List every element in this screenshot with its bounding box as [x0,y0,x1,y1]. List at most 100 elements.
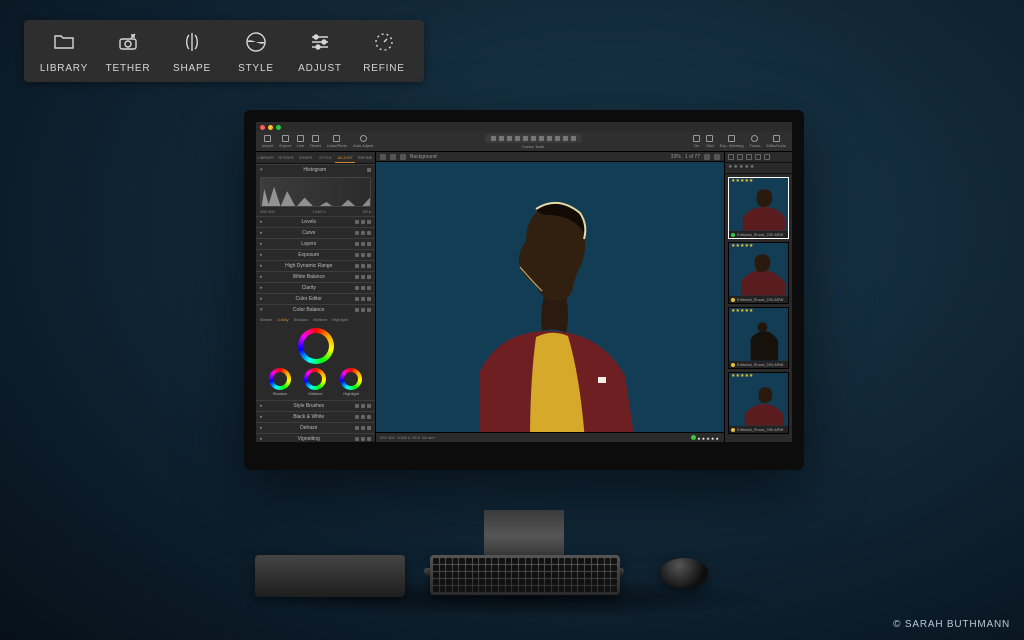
import-icon [264,135,271,142]
section-layers[interactable]: ▸Layers [256,238,375,249]
filter-icon[interactable] [755,154,761,160]
section-vignetting[interactable]: ▸Vignetting [256,433,375,442]
color-wheel[interactable] [298,328,334,364]
edits-button[interactable]: Edits/Undo [766,135,786,148]
callout-library[interactable]: LIBRARY [32,24,96,78]
section-color-balance[interactable]: ▾Color Balance [256,304,375,315]
keyboard [430,555,620,595]
live-button[interactable]: Live [297,135,304,148]
trackpad [255,555,405,597]
cursor-tool-icon[interactable] [523,136,528,141]
cb-tab-shadow[interactable]: Shadow [294,317,308,322]
viewer-option-icon[interactable] [714,154,720,160]
section-clarity[interactable]: ▸Clarity [256,282,375,293]
tool-tab-refine[interactable]: REFINE [355,152,375,163]
histogram-header[interactable]: ▾ Histogram [256,164,375,175]
section-bw[interactable]: ▸Black & White [256,411,375,422]
shadow-label: Shadow [269,391,291,396]
view-mode-1-icon[interactable] [380,154,386,160]
section-hdr[interactable]: ▸High Dynamic Range [256,260,375,271]
star-filter[interactable]: ★★★★★ [725,163,792,174]
highlight-wheel[interactable] [340,368,362,390]
cb-tab-3way[interactable]: 3-Way [277,317,288,322]
image-viewer[interactable] [376,162,724,432]
thumb-rating: ★★★★★ [729,373,788,380]
import-button[interactable]: Import [262,135,273,148]
view-mode-3-icon[interactable] [400,154,406,160]
tool-tab-adjust[interactable]: ADJUST [335,152,355,163]
rating-stars[interactable]: ★★★★★ [697,436,720,441]
browser-thumb[interactable]: ★★★★★ Editorial_Shoot_295.ARW [728,372,789,434]
style-swirl-icon [244,30,268,57]
cursor-tool-icon[interactable] [563,136,568,141]
grid-on-button[interactable]: On [693,135,700,148]
grid2-icon [706,135,713,142]
window-zoom-icon[interactable] [276,125,281,130]
filter-icon[interactable] [746,154,752,160]
reset-button[interactable]: Reset [310,135,320,148]
section-color-editor[interactable]: ▸Color Editor [256,293,375,304]
filter-icon[interactable] [728,154,734,160]
tool-tab-tether[interactable]: TETHER [276,152,296,163]
histogram-graph[interactable] [260,177,371,207]
viewer-toolbar: Background 33% 1 of 77 [376,152,724,162]
callout-style[interactable]: STYLE [224,24,288,78]
thumb-filename: Editorial_Shoot_292.ARW [737,232,783,237]
chevron-down-icon: ▾ [260,167,263,173]
window-minimize-icon[interactable] [268,125,273,130]
view-mode-2-icon[interactable] [390,154,396,160]
shadow-wheel[interactable] [269,368,291,390]
callout-refine[interactable]: REFINE [352,24,416,78]
cursor-tool-icon[interactable] [531,136,536,141]
histogram-readout: ISO 400 1/160 s f/5.6 [256,209,375,216]
workspace: LIBRARY TETHER SHAPE STYLE ADJUST REFINE… [256,152,792,442]
cursor-tool-icon[interactable] [507,136,512,141]
cursor-tool-icon[interactable] [539,136,544,141]
filter-icon[interactable] [764,154,770,160]
exp-warning-button[interactable]: Exp. Warning [720,135,744,148]
browser-thumb[interactable]: ★★★★★ Editorial_Shoot_293.ARW [728,242,789,304]
tool-tab-library[interactable]: LIBRARY [256,152,276,163]
browser-thumb[interactable]: ★★★★★ Editorial_Shoot_294.ARW [728,307,789,369]
cb-tab-midtone[interactable]: Midtone [313,317,327,322]
cursor-tool-icon[interactable] [491,136,496,141]
cb-tab-master[interactable]: Master [260,317,272,322]
thumb-tag-icon [731,298,735,302]
callout-tether[interactable]: TETHER [96,24,160,78]
browser-filters [725,152,792,163]
section-curve[interactable]: ▸Curve [256,227,375,238]
footer-aperture: f/5.6 [412,435,420,440]
tool-tab-shape[interactable]: SHAPE [296,152,316,163]
cursor-tool-icon[interactable] [571,136,576,141]
section-exposure[interactable]: ▸Exposure [256,249,375,260]
cursor-tools[interactable] [485,134,582,143]
section-levels[interactable]: ▸Levels [256,216,375,227]
section-dehaze[interactable]: ▸Dehaze [256,422,375,433]
cb-tab-highlight[interactable]: Highlight [332,317,348,322]
layer-indicator[interactable]: Background [410,154,437,160]
filter-icon[interactable] [737,154,743,160]
cursor-tool-icon[interactable] [515,136,520,141]
browser-thumb[interactable]: ★★★★★ Editorial_Shoot_292.ARW [728,177,789,239]
auto-adjust-button[interactable]: Auto Adjust [353,135,373,148]
cursor-tool-icon[interactable] [499,136,504,141]
callout-adjust[interactable]: ADJUST [288,24,352,78]
tool-tab-style[interactable]: STYLE [315,152,335,163]
section-actions[interactable] [367,168,371,172]
cursor-tool-icon[interactable] [547,136,552,141]
focus-button[interactable]: Focus [750,135,761,148]
grid-button[interactable]: Grid [706,135,714,148]
section-style-brushes[interactable]: ▸Style Brushes [256,400,375,411]
reset-icon [312,135,319,142]
viewer-option-icon[interactable] [704,154,710,160]
callout-shape[interactable]: SHAPE [160,24,224,78]
export-button[interactable]: Export [279,135,291,148]
undo-redo-button[interactable]: Undo/Redo [327,135,347,148]
zoom-level[interactable]: 33% [671,154,681,160]
window-close-icon[interactable] [260,125,265,130]
color-tag-icon[interactable] [691,435,696,440]
midtone-wheel[interactable] [304,368,326,390]
cursor-tool-icon[interactable] [555,136,560,141]
section-white-balance[interactable]: ▸White Balance [256,271,375,282]
tool-tab-callout: LIBRARY TETHER SHAPE STYLE ADJUST REFINE [24,20,424,82]
